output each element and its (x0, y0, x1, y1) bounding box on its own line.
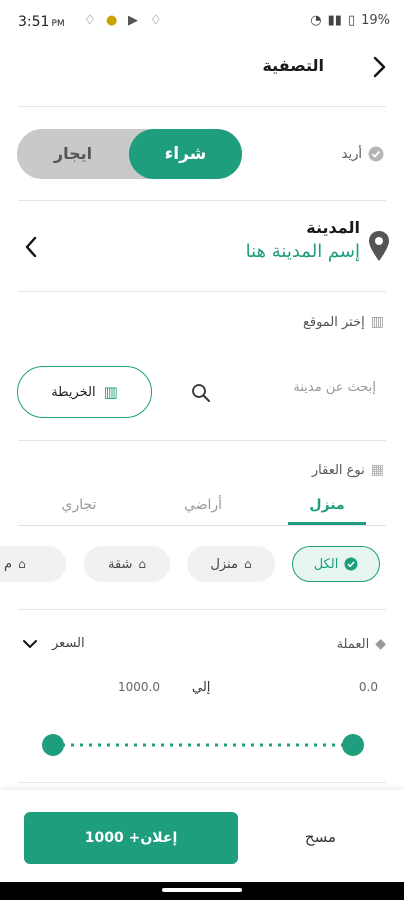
tab-house[interactable]: منزل (288, 497, 366, 513)
price-max: 1000.0 (118, 680, 160, 694)
map-button-label: الخريطة (51, 384, 96, 400)
property-type-label-row: ▦ نوع العقار (312, 462, 384, 478)
status-ampm: PM (51, 19, 65, 29)
divider (18, 440, 386, 441)
check-circle-icon (368, 146, 384, 162)
status-time-value: 3:51 (18, 14, 50, 30)
battery-icon: ▯ (347, 13, 356, 28)
slider-thumb-min[interactable] (42, 734, 64, 756)
home-icon: ⌂ (18, 557, 26, 571)
location-pin-icon (369, 231, 389, 261)
location-label: إختر الموقع (302, 314, 365, 330)
intent-label-row: أريد (342, 146, 384, 162)
chip-apartment-label: شقة (107, 556, 133, 572)
building-icon: ▦ (370, 462, 384, 478)
tag-icon: ◆ (375, 636, 386, 652)
active-tab-indicator (288, 522, 366, 525)
back-icon[interactable] (368, 54, 390, 80)
price-to-label: إلي (192, 680, 211, 695)
status-time: 3:51 PM (18, 14, 65, 30)
home-icon: ⌂ (243, 557, 252, 571)
map-icon: ▥ (103, 383, 118, 401)
currency-label-row[interactable]: ◆ العملة (337, 636, 386, 652)
chevron-down-icon (23, 639, 37, 648)
city-block[interactable]: المدينة إسم المدينة هنا (246, 218, 360, 262)
buy-option[interactable]: شراء (129, 129, 242, 179)
chip-more[interactable]: ⌂ م (0, 546, 66, 582)
notification-icon-2: ♢ (150, 13, 162, 28)
map-button[interactable]: الخريطة ▥ (17, 366, 152, 418)
divider (18, 106, 386, 107)
price-min: 0.0 (358, 680, 378, 694)
divider (18, 200, 386, 201)
status-bar: 3:51 PM ♢ ● ▶ ♢ ◔ ▮▮ ▯ 19% (0, 0, 404, 44)
chip-all[interactable]: الكل (292, 546, 380, 582)
tab-underline-track (18, 525, 386, 526)
divider (18, 291, 386, 292)
intent-label: أريد (341, 146, 362, 162)
city-placeholder: إسم المدينة هنا (245, 241, 360, 262)
location-label-row: ▥ إختر الموقع (303, 314, 384, 330)
wifi-icon: ◔ (310, 13, 322, 28)
tab-commercial[interactable]: تجاري (40, 497, 118, 513)
chip-apartment[interactable]: ⌂ شقة (84, 546, 170, 582)
tab-lands[interactable]: أراضي (164, 497, 242, 513)
clear-button[interactable]: مسح (305, 828, 336, 846)
price-label: السعر (52, 636, 85, 651)
currency-label: العملة (336, 636, 370, 652)
divider (18, 609, 386, 610)
app-notification-icon: ● (106, 13, 118, 28)
signal-icon: ▮▮ (327, 13, 342, 28)
system-nav-bar (0, 882, 404, 900)
map-icon: ▥ (370, 314, 384, 330)
chip-all-label: الكل (313, 556, 339, 572)
chip-more-label: م (4, 556, 13, 572)
divider (18, 782, 386, 783)
slider-thumb-max[interactable] (342, 734, 364, 756)
battery-text: 19% (361, 13, 390, 28)
status-right: ◔ ▮▮ ▯ 19% (310, 13, 390, 28)
price-dropdown[interactable]: السعر (22, 636, 85, 651)
price-range-slider[interactable] (40, 732, 366, 758)
show-results-button[interactable]: إعلان+ 1000 (24, 812, 238, 864)
notification-icon: ♢ (84, 13, 96, 28)
youtube-icon: ▶ (128, 13, 138, 28)
city-label: المدينة (306, 218, 360, 237)
property-type-label: نوع العقار (311, 462, 365, 478)
home-icon: ⌂ (138, 557, 147, 571)
chevron-left-icon[interactable] (22, 234, 40, 260)
home-indicator[interactable] (162, 888, 242, 892)
chip-house[interactable]: ⌂ منزل (187, 546, 275, 582)
intent-toggle[interactable]: ايجار شراء (17, 129, 242, 179)
check-circle-icon (344, 557, 358, 571)
city-search-input[interactable]: إبحث عن مدينة (293, 380, 376, 395)
chip-house-label: منزل (210, 556, 238, 572)
rent-option[interactable]: ايجار (17, 129, 129, 179)
search-icon[interactable] (190, 382, 212, 404)
page-title: التصفية (262, 56, 324, 75)
